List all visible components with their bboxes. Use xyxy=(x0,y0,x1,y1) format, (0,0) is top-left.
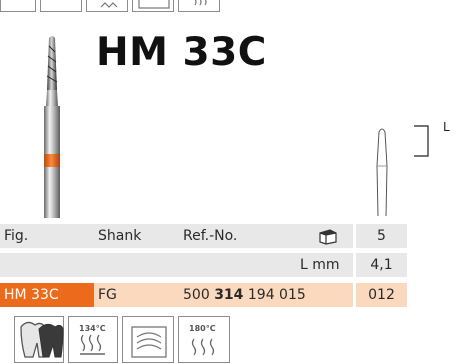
table-product-row: HM 33C FG 500 314 194 015 012 xyxy=(0,283,407,307)
top-icon-box-4 xyxy=(132,0,174,12)
header-ref-no: Ref.-No. xyxy=(183,228,238,244)
top-icon-box-2 xyxy=(40,0,82,12)
product-ref-no: 500 314 194 015 xyxy=(183,283,306,307)
dimension-marker-label: L xyxy=(443,120,450,134)
top-icon-box-1 xyxy=(0,0,36,12)
length-value: 4,1 xyxy=(370,257,393,273)
table-header-row: Fig. Shank Ref.-No. 5 xyxy=(0,224,407,248)
product-title: HM 33C xyxy=(96,30,267,75)
header-shank: Shank xyxy=(98,228,142,244)
sterilizer-temp-label: 180°C xyxy=(189,324,216,333)
product-fig-badge: HM 33C xyxy=(0,283,94,307)
bur-image xyxy=(44,36,60,218)
ref-suffix: 194 015 xyxy=(247,287,306,303)
sterilizer-icon: 180°C xyxy=(178,316,230,363)
package-icon xyxy=(319,229,337,245)
product-size: 012 xyxy=(368,287,395,303)
header-fig: Fig. xyxy=(4,228,29,244)
ref-bold: 314 xyxy=(214,287,244,303)
top-icon-box-3 xyxy=(86,0,128,12)
product-shank: FG xyxy=(98,287,117,303)
packaging-value: 5 xyxy=(377,228,386,244)
thermo-temp-label: 134°C xyxy=(79,324,106,333)
dimension-drawing xyxy=(376,125,429,217)
thermo-disinfector-icon: 134°C xyxy=(68,316,118,363)
ultrasonic-bath-icon xyxy=(122,316,174,363)
ref-prefix: 500 xyxy=(183,287,210,303)
tooth-icon xyxy=(14,316,64,363)
length-label: L mm xyxy=(300,257,340,273)
top-icon-box-5 xyxy=(178,0,220,12)
table-length-row: L mm 4,1 xyxy=(0,253,407,277)
